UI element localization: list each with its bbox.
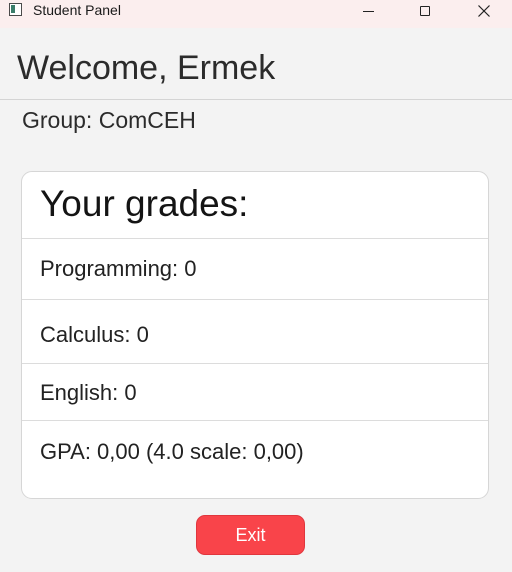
grade-row-english: English: 0 <box>40 380 137 405</box>
grades-divider <box>22 363 488 364</box>
grades-divider <box>22 238 488 239</box>
grade-row-programming: Programming: 0 <box>40 256 197 281</box>
close-icon <box>478 5 490 17</box>
grades-divider <box>22 420 488 421</box>
welcome-heading: Welcome, Ermek <box>17 49 276 87</box>
grades-divider <box>22 299 488 300</box>
exit-button[interactable]: Exit <box>196 515 305 555</box>
grades-title: Your grades: <box>40 183 249 224</box>
grade-row-calculus: Calculus: 0 <box>40 322 149 347</box>
window-title: Student Panel <box>33 2 121 18</box>
minimize-button[interactable] <box>345 0 391 22</box>
maximize-button[interactable] <box>402 0 448 22</box>
minimize-icon <box>362 10 374 12</box>
gpa-row: GPA: 0,00 (4.0 scale: 0,00) <box>40 439 304 464</box>
grades-card: Your grades: Programming: 0 Calculus: 0 … <box>21 171 489 499</box>
group-label: Group: ComCEH <box>22 107 196 133</box>
header-divider <box>0 99 512 100</box>
window-titlebar: Student Panel <box>0 0 512 28</box>
app-icon <box>9 3 22 16</box>
maximize-icon <box>420 6 430 16</box>
close-button[interactable] <box>461 0 507 22</box>
